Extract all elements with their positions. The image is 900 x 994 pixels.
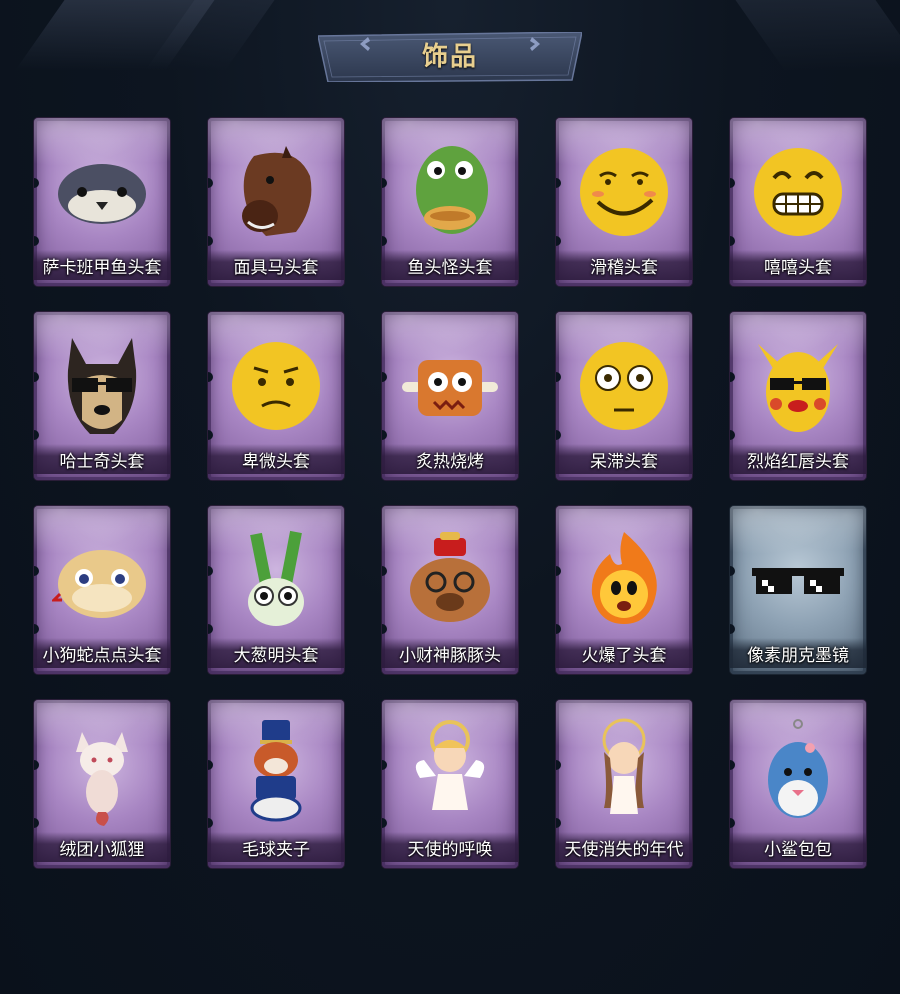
accessory-card[interactable]: 天使的呼唤 <box>382 700 518 868</box>
angel-doll-icon <box>415 720 485 810</box>
accessory-name: 大葱明头套 <box>233 646 319 666</box>
accessory-card[interactable]: 炙热烧烤 <box>382 312 518 480</box>
accessory-name: 鱼头怪头套 <box>407 258 493 278</box>
pikachu-sunglasses-icon <box>758 344 838 432</box>
capybara-icon <box>410 532 490 622</box>
accessory-card[interactable]: 卑微头套 <box>208 312 344 480</box>
pixel-sunglasses-icon <box>752 568 844 594</box>
smirk-face-icon <box>580 148 668 236</box>
accessory-name: 炙热烧烤 <box>416 452 484 472</box>
accessory-grid: 萨卡班甲鱼头套 面具马头套 鱼头怪头套 滑稽头套 嘻嘻头套哈士奇头套 卑微头套 炙热烧烤 呆滞… <box>0 0 900 994</box>
shark-bag-icon <box>768 719 828 818</box>
accessory-card[interactable]: 天使消失的年代 <box>556 700 692 868</box>
fish-head-icon <box>58 164 146 224</box>
accessory-card[interactable]: 鱼头怪头套 <box>382 118 518 286</box>
accessory-card[interactable]: 毛球夹子 <box>208 700 344 868</box>
accessory-name: 小鲨包包 <box>764 840 832 860</box>
accessory-name: 面具马头套 <box>233 258 319 278</box>
accessory-name: 火爆了头套 <box>581 646 667 666</box>
accessory-name: 天使的呼唤 <box>407 840 493 860</box>
bbq-meat-icon <box>402 360 498 416</box>
accessory-name: 烈焰红唇头套 <box>747 452 849 472</box>
accessory-name: 嘻嘻头套 <box>764 258 832 278</box>
accessory-card[interactable]: 火爆了头套 <box>556 506 692 674</box>
accessory-name: 像素朋克墨镜 <box>747 646 849 666</box>
accessory-card[interactable]: 小狗蛇点点头套 <box>34 506 170 674</box>
accessory-card[interactable]: 小鲨包包 <box>730 700 866 868</box>
accessory-card[interactable]: 小财神豚豚头 <box>382 506 518 674</box>
accessory-name: 卑微头套 <box>242 452 310 472</box>
accessory-card[interactable]: 烈焰红唇头套 <box>730 312 866 480</box>
accessory-card[interactable]: 面具马头套 <box>208 118 344 286</box>
accessory-name: 呆滞头套 <box>590 452 658 472</box>
accessory-name: 小狗蛇点点头套 <box>42 646 162 666</box>
accessories-page: 饰品 萨卡班甲鱼头套 面具马头套 鱼头怪头套 滑稽头套 嘻嘻头套 哈士奇头套 卑微头套 炙热烧… <box>0 0 900 994</box>
accessory-name: 小财神豚豚头 <box>399 646 501 666</box>
accessory-card[interactable]: 大葱明头套 <box>208 506 344 674</box>
fish-monster-icon <box>416 146 488 234</box>
fox-plush-icon <box>76 732 128 826</box>
humble-face-icon <box>232 342 320 430</box>
accessory-name: 天使消失的年代 <box>564 840 684 860</box>
accessory-card[interactable]: 像素朋克墨镜 <box>730 506 866 674</box>
grin-face-icon <box>754 148 842 236</box>
red-panda-drummer-icon <box>250 720 302 822</box>
scallion-icon <box>248 530 304 626</box>
accessory-card[interactable]: 嘻嘻头套 <box>730 118 866 286</box>
angel-girl-doll-icon <box>602 718 646 814</box>
accessory-card[interactable]: 滑稽头套 <box>556 118 692 286</box>
accessory-card[interactable]: 绒团小狐狸 <box>34 700 170 868</box>
accessory-card[interactable]: 呆滞头套 <box>556 312 692 480</box>
accessory-card[interactable]: 哈士奇头套 <box>34 312 170 480</box>
snake-head-icon <box>52 550 146 618</box>
accessory-name: 萨卡班甲鱼头套 <box>42 258 162 278</box>
horse-head-icon <box>242 146 312 236</box>
accessory-name: 哈士奇头套 <box>59 452 145 472</box>
accessory-name: 毛球夹子 <box>242 840 310 860</box>
fire-spirit-icon <box>591 532 657 624</box>
accessory-name: 滑稽头套 <box>590 258 658 278</box>
accessory-name: 绒团小狐狸 <box>59 840 145 860</box>
accessory-card[interactable]: 萨卡班甲鱼头套 <box>34 118 170 286</box>
husky-sunglasses-icon <box>67 338 137 434</box>
dazed-face-icon <box>580 342 668 430</box>
